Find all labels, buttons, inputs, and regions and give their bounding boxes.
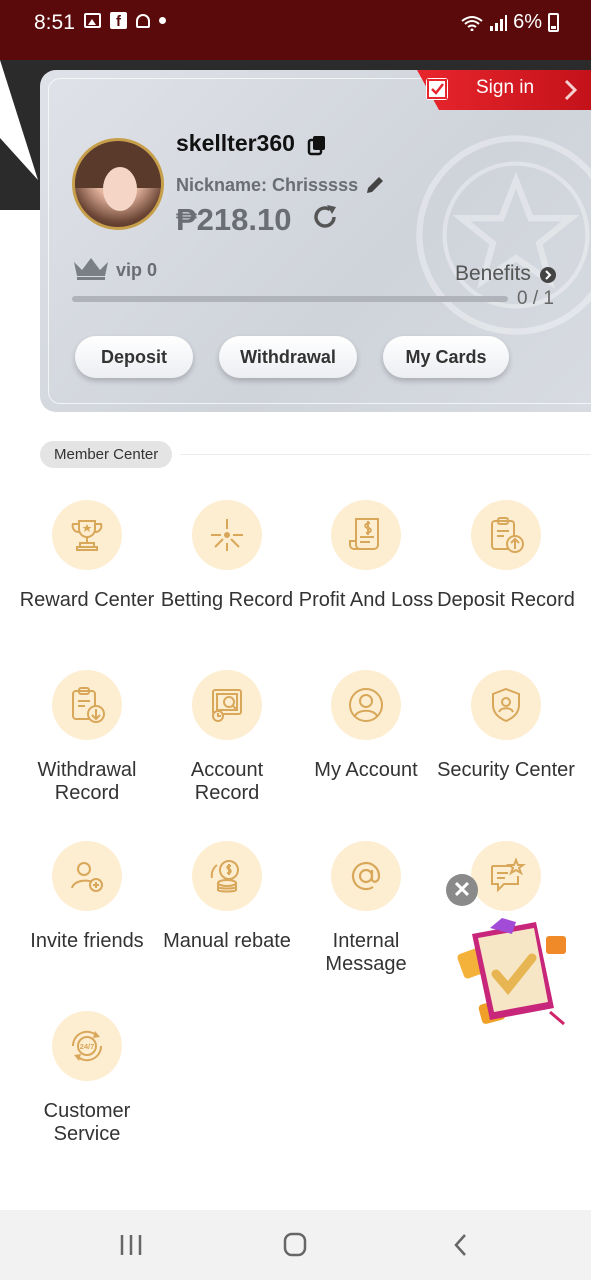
grid-label: Deposit Record [437, 589, 575, 611]
back-icon[interactable] [444, 1230, 478, 1260]
avatar[interactable] [72, 138, 164, 230]
user-circle-icon [331, 670, 401, 740]
coins-icon [192, 841, 262, 911]
vip-progress-bar [72, 296, 508, 302]
grid-label: My Account [314, 759, 418, 781]
grid-label: Betting Record [160, 589, 294, 611]
status-bar: 8:51 f 6% [0, 0, 591, 60]
withdrawal-button[interactable]: Withdrawal [219, 336, 357, 378]
vip-progress-text: 0 / 1 [517, 288, 554, 309]
edit-pencil-icon[interactable] [364, 174, 386, 196]
at-icon [331, 841, 401, 911]
close-promo-button[interactable]: ✕ [446, 874, 478, 906]
trophy-icon [52, 500, 122, 570]
status-system-icons: 6% [461, 11, 559, 34]
recent-apps-icon[interactable] [114, 1230, 148, 1260]
grid-label: Account Record [190, 759, 264, 804]
grid-item-deposit-record[interactable]: Deposit Record [436, 500, 576, 612]
section-divider [180, 454, 591, 455]
status-time: 8:51 [34, 11, 75, 34]
checkin-gift-floating-icon[interactable] [450, 916, 572, 1034]
grid-label: Security Center [437, 759, 575, 781]
grid-item-profit-and-loss[interactable]: Profit And Loss [296, 500, 436, 612]
username: skellter360 [176, 130, 295, 156]
dot-icon [159, 17, 166, 24]
grid-item-invite-friends[interactable]: Invite friends [17, 841, 157, 953]
deposit-button[interactable]: Deposit [75, 336, 193, 378]
signal-icon [490, 14, 508, 31]
home-icon[interactable] [278, 1230, 312, 1260]
grid-item-withdrawal-record[interactable]: Withdrawal Record [17, 670, 157, 805]
message-star-icon [471, 841, 541, 911]
my-cards-button[interactable]: My Cards [383, 336, 509, 378]
invite-user-icon [52, 841, 122, 911]
balance-amount: ₱218.10 [176, 202, 292, 237]
grid-label: Withdrawal Record [37, 759, 137, 804]
wifi-icon [461, 15, 483, 31]
copy-icon[interactable] [306, 134, 328, 156]
grid-item-manual-rebate[interactable]: Manual rebate [157, 841, 297, 953]
grid-item-security-center[interactable]: Security Center [436, 670, 576, 782]
bell-icon [136, 13, 150, 28]
checkbox-icon [426, 78, 448, 100]
grid-label: Internal Message [325, 930, 407, 975]
clipboard-download-icon [52, 670, 122, 740]
grid-item-my-account[interactable]: My Account [296, 670, 436, 782]
gallery-icon [84, 13, 101, 28]
nickname: Nickname: Chrisssss [176, 175, 359, 195]
betting-icon [192, 500, 262, 570]
grid-label: Manual rebate [163, 930, 291, 952]
status-notification-icons: f [84, 12, 166, 30]
sign-in-label: Sign in [476, 77, 535, 98]
battery-percent: 6% [513, 11, 542, 33]
support-24-7-icon: 24/7 [52, 1011, 122, 1081]
grid-item-betting-record[interactable]: Betting Record [157, 500, 297, 612]
grid-label: Customer Service [43, 1100, 131, 1145]
grid-label: Reward Center [19, 589, 155, 611]
svg-text:24/7: 24/7 [80, 1042, 95, 1051]
chevron-right-icon [564, 79, 578, 101]
shield-user-icon [471, 670, 541, 740]
arrow-right-circle-icon[interactable] [539, 266, 557, 284]
grid-item-customer-service[interactable]: 24/7 Customer Service [17, 1011, 157, 1146]
grid-label: Invite friends [30, 930, 144, 952]
battery-icon [548, 13, 559, 32]
refresh-icon[interactable] [310, 202, 340, 232]
benefits-link[interactable]: Benefits [455, 262, 531, 286]
grid-label: Profit And Loss [298, 589, 434, 611]
receipt-icon [331, 500, 401, 570]
crown-icon [74, 258, 108, 280]
vip-level: vip 0 [116, 260, 158, 280]
grid-item-internal-message[interactable]: Internal Message [296, 841, 436, 976]
account-record-icon [192, 670, 262, 740]
facebook-icon: f [110, 12, 127, 30]
clipboard-upload-icon [471, 500, 541, 570]
member-center-title: Member Center [40, 441, 173, 468]
grid-item-account-record[interactable]: Account Record [157, 670, 297, 805]
star-watermark-icon [416, 135, 591, 335]
grid-item-reward-center[interactable]: Reward Center [17, 500, 157, 612]
